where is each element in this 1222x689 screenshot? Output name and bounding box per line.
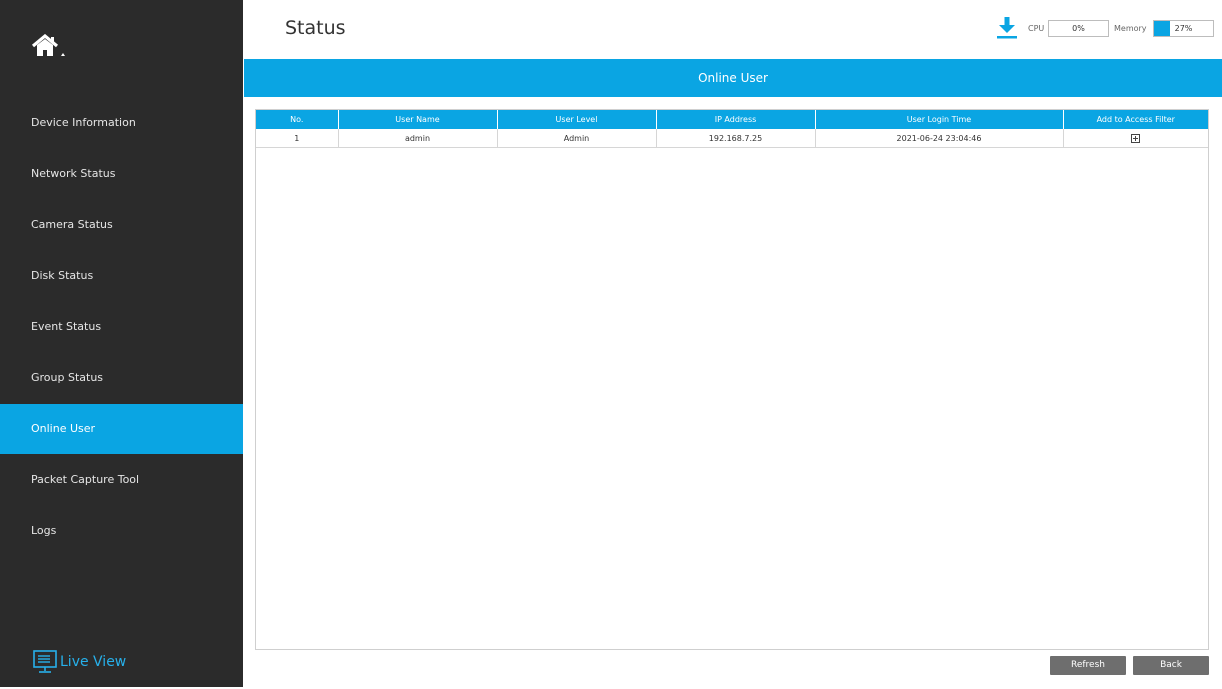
cpu-label: CPU	[1028, 24, 1045, 33]
back-button[interactable]: Back	[1133, 656, 1209, 675]
column-header-login-time: User Login Time	[815, 110, 1064, 129]
monitor-icon	[33, 650, 57, 673]
sidebar-item-label: Network Status	[31, 167, 116, 180]
online-user-table-panel: No. User Name User Level IP Address User…	[255, 109, 1209, 650]
live-view-label: Live View	[60, 654, 127, 670]
sidebar-item-label: Group Status	[31, 371, 104, 384]
page-title: Status	[285, 17, 346, 39]
online-user-table: No. User Name User Level IP Address User…	[256, 110, 1208, 148]
sidebar-item-disk-status[interactable]: Disk Status	[0, 251, 243, 301]
cpu-meter: 0%	[1048, 20, 1109, 37]
sidebar-item-label: Disk Status	[31, 269, 94, 282]
cell-user-level: Admin	[497, 129, 657, 148]
sidebar-item-label: Online User	[31, 422, 96, 435]
cpu-value: 0%	[1072, 24, 1085, 33]
sidebar-item-label: Event Status	[31, 320, 102, 333]
sidebar-item-group-status[interactable]: Group Status	[0, 353, 243, 403]
sidebar-item-label: Logs	[31, 524, 57, 537]
live-view-button[interactable]: Live View	[32, 648, 126, 676]
download-icon[interactable]	[996, 16, 1018, 40]
sidebar-item-network-status[interactable]: Network Status	[0, 149, 243, 199]
cell-login-time: 2021-06-24 23:04:46	[815, 129, 1064, 148]
cell-add-to-access-filter	[1063, 129, 1208, 148]
column-header-user-level: User Level	[497, 110, 657, 129]
sidebar-item-event-status[interactable]: Event Status	[0, 302, 243, 352]
table-row: 1 admin Admin 192.168.7.25 2021-06-24 23…	[256, 129, 1208, 148]
refresh-button[interactable]: Refresh	[1050, 656, 1126, 675]
sidebar-item-label: Packet Capture Tool	[31, 473, 140, 486]
sidebar: Device Information Network Status Camera…	[0, 0, 243, 687]
memory-value: 27%	[1174, 24, 1193, 33]
column-header-add-to-access-filter: Add to Access Filter	[1063, 110, 1208, 129]
home-icon[interactable]	[31, 33, 71, 64]
sidebar-item-camera-status[interactable]: Camera Status	[0, 200, 243, 250]
sidebar-item-device-information[interactable]: Device Information	[0, 98, 243, 148]
sidebar-item-packet-capture-tool[interactable]: Packet Capture Tool	[0, 455, 243, 505]
sidebar-item-label: Device Information	[31, 116, 136, 129]
column-header-ip-address: IP Address	[656, 110, 816, 129]
column-header-no: No.	[256, 110, 339, 129]
table-header-row: No. User Name User Level IP Address User…	[256, 110, 1208, 129]
column-header-user-name: User Name	[338, 110, 498, 129]
cell-no: 1	[256, 129, 339, 148]
section-banner: Online User	[244, 59, 1222, 97]
cell-user-name: admin	[338, 129, 498, 148]
plus-box-icon[interactable]	[1131, 133, 1141, 143]
memory-meter: 27%	[1153, 20, 1214, 37]
memory-meter-fill	[1154, 21, 1170, 36]
sidebar-item-logs[interactable]: Logs	[0, 506, 243, 556]
cell-ip-address: 192.168.7.25	[656, 129, 816, 148]
memory-label: Memory	[1114, 24, 1147, 33]
sidebar-item-online-user[interactable]: Online User	[0, 404, 243, 454]
sidebar-item-label: Camera Status	[31, 218, 113, 231]
